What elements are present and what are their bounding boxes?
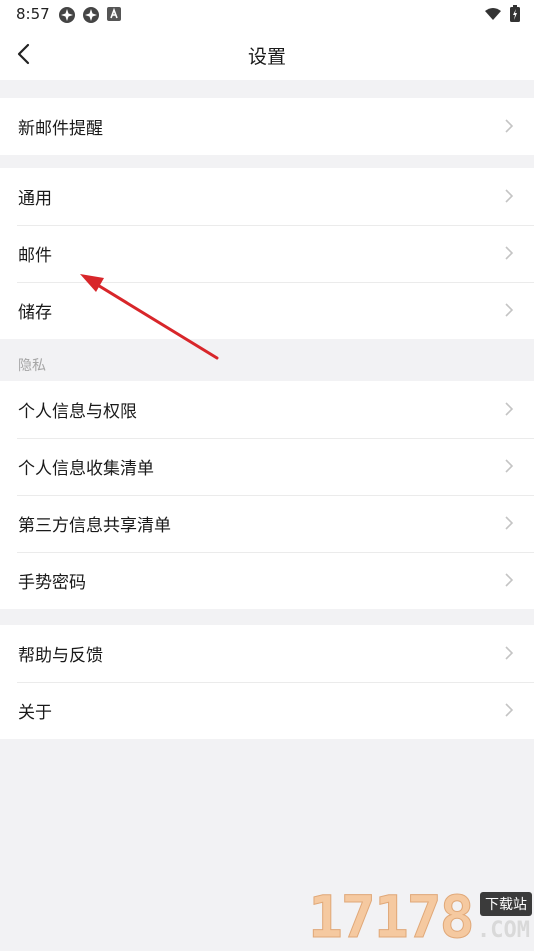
chevron-right-icon <box>505 459 514 473</box>
chevron-right-icon <box>505 119 514 133</box>
settings-item-third-party-sharing-list[interactable]: 第三方信息共享清单 <box>0 495 534 552</box>
settings-section-about: 帮助与反馈 关于 <box>0 625 534 739</box>
chevron-right-icon <box>505 402 514 416</box>
chevron-right-icon <box>505 516 514 530</box>
app-notification-icon <box>58 6 76 28</box>
battery-charging-icon <box>510 5 520 26</box>
settings-item-mail[interactable]: 邮件 <box>0 225 534 282</box>
settings-item-gesture-password[interactable]: 手势密码 <box>0 552 534 609</box>
page-title: 设置 <box>247 46 286 68</box>
settings-item-label: 个人信息与权限 <box>18 402 137 422</box>
settings-item-personal-info-list[interactable]: 个人信息收集清单 <box>0 438 534 495</box>
status-notification-icons <box>58 6 122 28</box>
watermark-digits: 17178 <box>308 883 476 951</box>
android-a-icon <box>106 6 122 28</box>
settings-section-general: 通用 邮件 储存 <box>0 168 534 339</box>
settings-item-label: 第三方信息共享清单 <box>18 516 171 536</box>
settings-item-about[interactable]: 关于 <box>0 682 534 739</box>
status-bar: 8:57 <box>0 0 534 28</box>
site-watermark: 17178 下载站 .COM <box>308 883 534 951</box>
watermark-domain: .COM <box>477 918 530 943</box>
chevron-right-icon <box>505 189 514 203</box>
settings-item-label: 个人信息收集清单 <box>18 459 154 479</box>
chevron-right-icon <box>505 573 514 587</box>
settings-item-general[interactable]: 通用 <box>0 168 534 225</box>
settings-item-new-mail-alert[interactable]: 新邮件提醒 <box>0 98 534 155</box>
chevron-right-icon <box>505 646 514 660</box>
watermark-badge: 下载站 <box>480 892 532 916</box>
settings-item-personal-info-permissions[interactable]: 个人信息与权限 <box>0 381 534 438</box>
chevron-right-icon <box>505 303 514 317</box>
settings-item-label: 新邮件提醒 <box>18 119 103 139</box>
app-header: 设置 <box>0 28 534 80</box>
settings-item-label: 帮助与反馈 <box>18 646 103 666</box>
chevron-right-icon <box>505 703 514 717</box>
settings-item-storage[interactable]: 储存 <box>0 282 534 339</box>
settings-item-label: 手势密码 <box>18 573 86 593</box>
settings-section-privacy: 个人信息与权限 个人信息收集清单 第三方信息共享清单 手势密码 <box>0 381 534 609</box>
settings-item-help-feedback[interactable]: 帮助与反馈 <box>0 625 534 682</box>
section-header-privacy: 隐私 <box>18 358 46 374</box>
app-notification-icon <box>82 6 100 28</box>
status-time: 8:57 <box>16 5 50 23</box>
wifi-icon <box>484 6 502 25</box>
status-system-icons <box>484 5 520 26</box>
settings-item-label: 邮件 <box>18 246 52 266</box>
chevron-right-icon <box>505 246 514 260</box>
settings-item-label: 通用 <box>18 189 52 209</box>
settings-section-notify: 新邮件提醒 <box>0 98 534 155</box>
settings-item-label: 储存 <box>18 303 52 323</box>
settings-item-label: 关于 <box>18 703 52 723</box>
